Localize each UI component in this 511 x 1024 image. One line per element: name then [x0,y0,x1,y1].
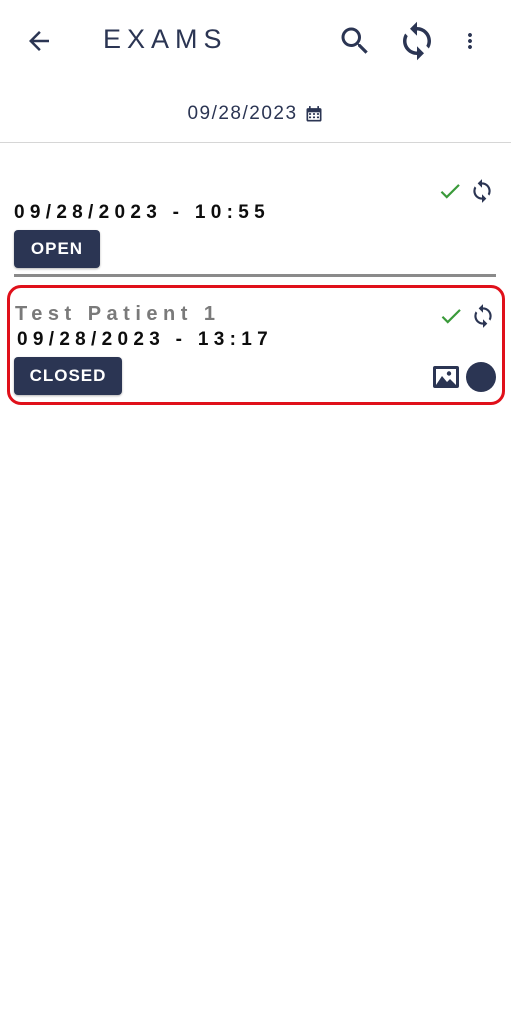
back-button[interactable] [22,24,56,58]
exam-datetime: 09/28/2023 - 13:17 [17,329,273,350]
status-button-closed[interactable]: CLOSED [14,357,122,395]
selected-date[interactable]: 09/28/2023 [187,103,297,125]
app-bar: EXAMS [0,0,511,80]
calendar-icon[interactable] [304,104,324,124]
exam-list-item[interactable]: 09/28/2023 - 10:55 OPEN [7,170,505,280]
check-icon [441,309,461,324]
date-filter[interactable]: 09/28/2023 [0,98,511,130]
sync-icon[interactable] [469,178,495,204]
patient-name: Test Patient 1 [15,303,221,325]
sync-icon[interactable] [470,303,496,329]
arrow-left-icon [29,31,49,51]
exam-datetime: 09/28/2023 - 10:55 [14,202,270,223]
exam-list-item-selected[interactable]: Test Patient 1 09/28/2023 - 13:17 CLOSED [7,285,505,405]
more-vert-icon [468,33,472,49]
more-menu-button[interactable] [458,22,482,60]
sync-icon [403,21,431,61]
header-divider [0,142,511,143]
search-icon [341,27,368,54]
search-button[interactable] [336,22,374,60]
status-button-open[interactable]: OPEN [14,230,100,268]
item-divider [14,274,496,277]
check-icon [440,184,460,199]
sync-button[interactable] [396,20,438,62]
page-title: EXAMS [103,24,228,54]
status-dot [466,362,496,392]
image-icon[interactable] [432,365,460,389]
